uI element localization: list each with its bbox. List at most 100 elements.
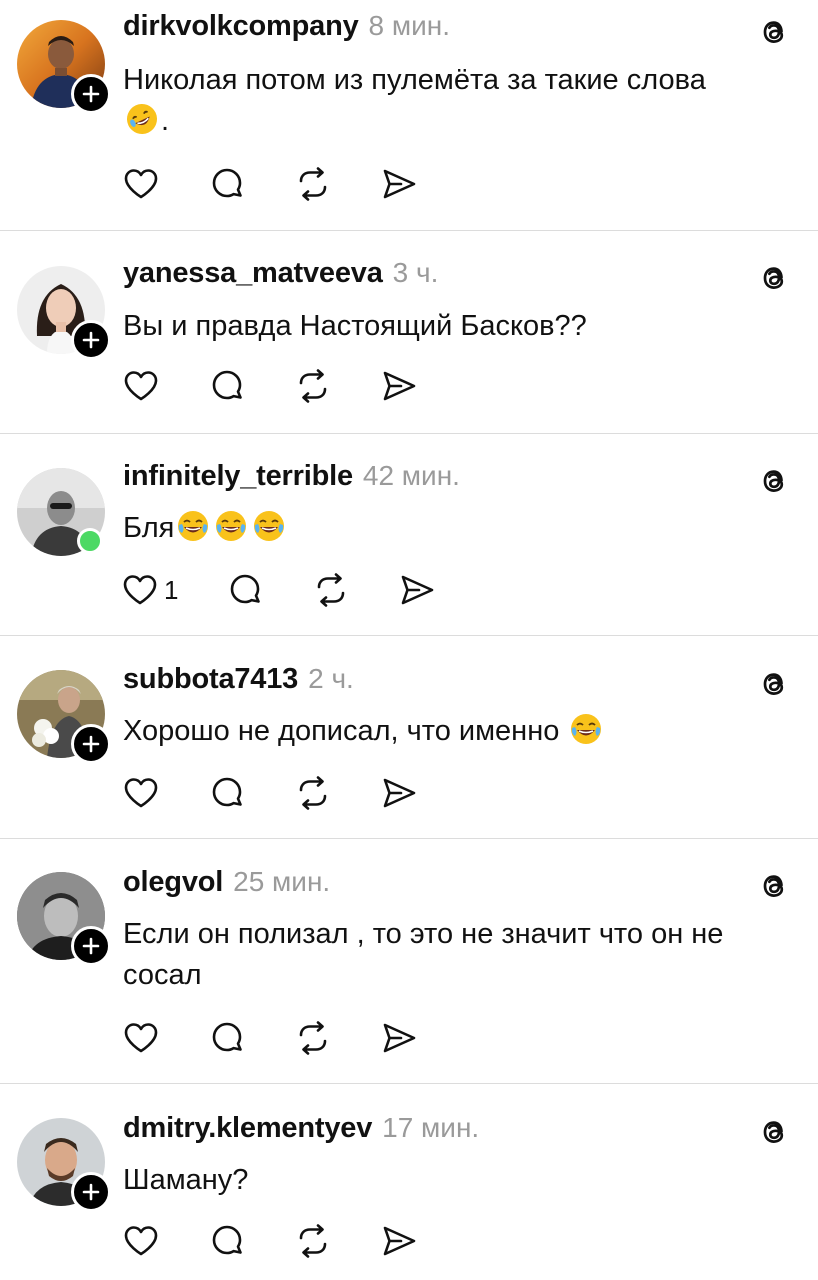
repost-button[interactable] xyxy=(294,1222,332,1260)
repost-icon xyxy=(318,573,345,607)
username-link[interactable]: yanessa_matveeva xyxy=(123,257,383,290)
post-text-content: Шаману? xyxy=(123,1164,249,1196)
repost-icon xyxy=(299,776,327,810)
comment-icon xyxy=(212,1225,242,1255)
avatar-wrap[interactable] xyxy=(17,1118,111,1212)
like-button[interactable] xyxy=(122,1222,160,1260)
threads-icon[interactable] xyxy=(756,666,792,702)
post-actions xyxy=(122,773,466,813)
repost-button[interactable] xyxy=(294,165,332,203)
heart-icon xyxy=(124,778,158,808)
follow-button[interactable] xyxy=(71,926,111,966)
share-button[interactable] xyxy=(380,1019,418,1057)
follow-button[interactable] xyxy=(71,1172,111,1212)
like-button[interactable]: 1 xyxy=(122,572,178,608)
share-button[interactable] xyxy=(380,1222,418,1260)
post-text: Если он полизал , то это не значит что о… xyxy=(123,914,793,996)
heart-icon xyxy=(124,1226,158,1256)
post-text: Хорошо не дописал, что именно xyxy=(123,711,793,752)
post-divider xyxy=(0,433,818,434)
comment-icon xyxy=(212,370,242,400)
repost-button[interactable] xyxy=(294,1019,332,1057)
username-link[interactable]: olegvol xyxy=(123,866,223,899)
reply-button[interactable] xyxy=(208,165,246,203)
plus-icon xyxy=(82,85,100,103)
share-button[interactable] xyxy=(380,774,418,812)
online-status-indicator xyxy=(77,528,103,554)
post-text: Шаману? xyxy=(123,1160,793,1201)
like-button[interactable] xyxy=(122,774,160,812)
avatar-wrap[interactable] xyxy=(17,266,111,360)
like-button[interactable] xyxy=(122,367,160,405)
follow-button[interactable] xyxy=(71,724,111,764)
follow-button[interactable] xyxy=(71,320,111,360)
repost-button[interactable] xyxy=(294,367,332,405)
post-divider xyxy=(0,635,818,636)
post-actions xyxy=(122,1018,466,1058)
username-link[interactable]: dirkvolkcompany xyxy=(123,10,359,43)
repost-icon xyxy=(299,1021,327,1055)
post-divider xyxy=(0,230,818,231)
follow-button[interactable] xyxy=(71,74,111,114)
timestamp: 25 мин. xyxy=(233,866,331,897)
post-header: infinitely_terrible 42 мин. xyxy=(123,460,460,500)
share-button[interactable] xyxy=(380,367,418,405)
joy-emoji-icon xyxy=(216,511,247,541)
reply-button[interactable] xyxy=(208,367,246,405)
avatar-wrap[interactable] xyxy=(17,468,105,556)
threads-icon[interactable] xyxy=(756,14,792,50)
post-header: yanessa_matveeva 3 ч. xyxy=(123,257,438,297)
post-text-content: Хорошо не дописал, что именно xyxy=(123,715,560,747)
reply-button[interactable] xyxy=(226,571,264,609)
reply-button[interactable] xyxy=(208,1222,246,1260)
share-button[interactable] xyxy=(398,571,436,609)
username-link[interactable]: dmitry.klementyev xyxy=(123,1112,372,1145)
username-link[interactable]: subbota7413 xyxy=(123,663,298,696)
send-icon xyxy=(383,371,416,401)
avatar-wrap[interactable] xyxy=(17,20,111,114)
post-divider xyxy=(0,838,818,839)
post-divider xyxy=(0,1083,818,1084)
share-button[interactable] xyxy=(380,165,418,203)
repost-button[interactable] xyxy=(312,571,350,609)
joy-emoji-icon xyxy=(178,511,209,541)
threads-icon[interactable] xyxy=(756,260,792,296)
send-icon xyxy=(383,778,416,808)
send-icon xyxy=(383,169,416,199)
post-header: olegvol 25 мин. xyxy=(123,866,330,906)
plus-icon xyxy=(82,937,100,955)
heart-icon xyxy=(123,575,157,605)
post-header: subbota7413 2 ч. xyxy=(123,663,354,703)
post-actions: 1 xyxy=(122,570,484,610)
threads-icon[interactable] xyxy=(756,868,792,904)
comment-icon xyxy=(231,574,261,604)
send-icon xyxy=(383,1023,416,1053)
post-text-content: Вы и правда Настоящий Басков?? xyxy=(123,310,587,342)
timestamp: 2 ч. xyxy=(308,663,354,694)
post-text: Вы и правда Настоящий Басков?? xyxy=(123,306,793,347)
avatar-wrap[interactable] xyxy=(17,670,111,764)
like-button[interactable] xyxy=(122,1019,160,1057)
threads-icon[interactable] xyxy=(756,1114,792,1150)
joy-emoji-icon xyxy=(571,714,602,744)
post-text: Бля xyxy=(123,508,793,549)
plus-icon xyxy=(82,331,100,349)
threads-icon[interactable] xyxy=(756,463,792,499)
reply-button[interactable] xyxy=(208,1019,246,1057)
like-button[interactable] xyxy=(122,165,160,203)
reply-button[interactable] xyxy=(208,774,246,812)
repost-button[interactable] xyxy=(294,774,332,812)
threads-feed: dirkvolkcompany 8 мин. Николая потом из … xyxy=(0,0,818,1280)
timestamp: 3 ч. xyxy=(392,257,439,288)
post-header: dmitry.klementyev 17 мин. xyxy=(123,1112,479,1152)
timestamp: 8 мин. xyxy=(368,10,451,41)
heart-icon xyxy=(124,1023,158,1053)
repost-icon xyxy=(299,369,327,403)
heart-icon xyxy=(124,371,158,401)
post-actions xyxy=(122,1221,466,1261)
post-actions xyxy=(122,164,466,204)
username-link[interactable]: infinitely_terrible xyxy=(123,460,353,493)
timestamp: 17 мин. xyxy=(382,1112,480,1143)
send-icon xyxy=(383,1226,416,1256)
avatar-wrap[interactable] xyxy=(17,872,111,966)
